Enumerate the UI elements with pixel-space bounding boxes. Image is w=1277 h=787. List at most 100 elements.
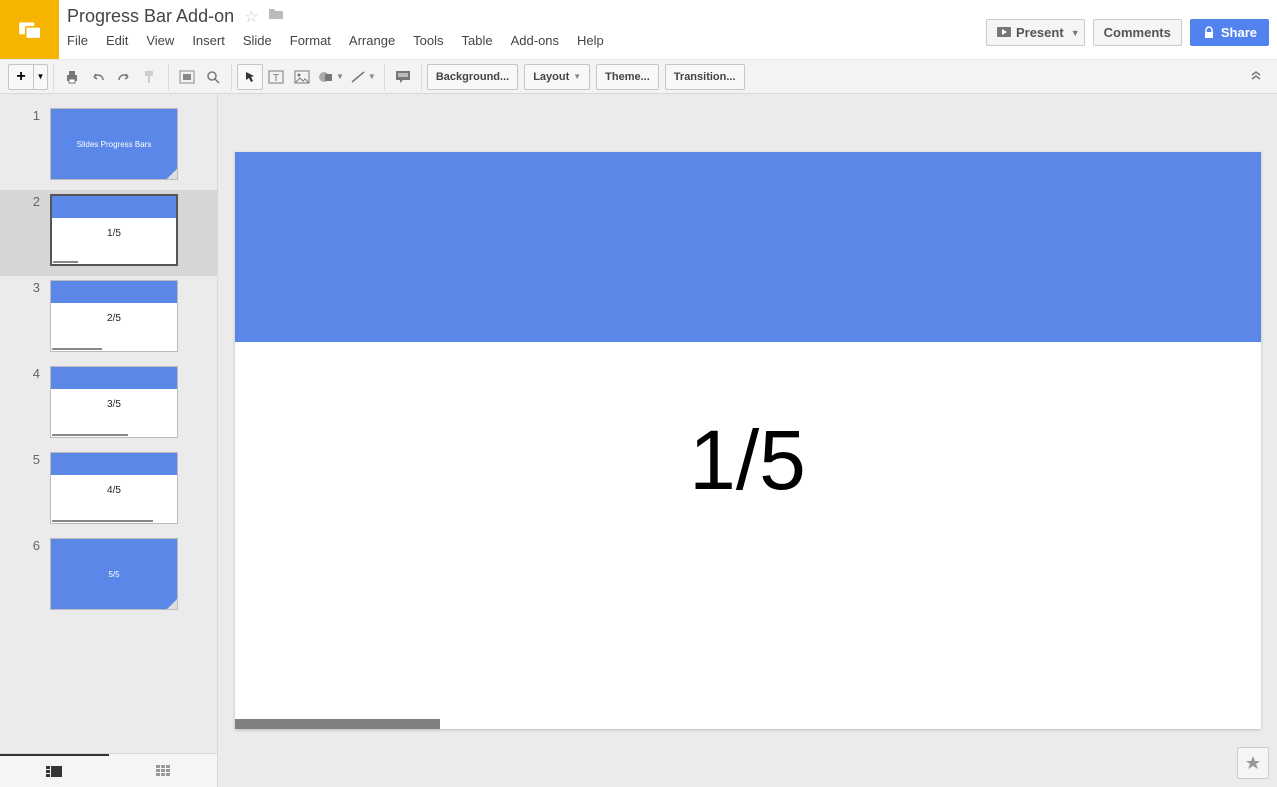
- chevron-down-icon[interactable]: ▼: [33, 65, 47, 89]
- folder-icon[interactable]: [268, 7, 284, 26]
- thumb-number: 3: [8, 280, 50, 352]
- collapse-toolbar-button[interactable]: [1243, 64, 1269, 90]
- undo-button[interactable]: [85, 64, 111, 90]
- menu-edit[interactable]: Edit: [106, 33, 128, 48]
- lock-icon: [1202, 26, 1216, 40]
- play-icon: [997, 27, 1011, 39]
- thumb-header-shape: [52, 196, 176, 218]
- menu-help[interactable]: Help: [577, 33, 604, 48]
- thumb-header-shape: [51, 453, 177, 475]
- paint-format-button[interactable]: [137, 64, 163, 90]
- menu-slide[interactable]: Slide: [243, 33, 272, 48]
- fit-icon: [179, 70, 195, 84]
- thumb-preview[interactable]: 3/5: [50, 366, 178, 438]
- menubar: File Edit View Insert Slide Format Arran…: [67, 33, 986, 48]
- share-button[interactable]: Share: [1190, 19, 1269, 46]
- chevron-up-icon: [1249, 70, 1263, 84]
- filmstrip-view-button[interactable]: [0, 754, 109, 787]
- line-tool[interactable]: ▼: [347, 64, 379, 90]
- svg-text:T: T: [273, 73, 279, 84]
- slide-thumb-6[interactable]: 65/5: [0, 534, 217, 620]
- thumb-body-text: 4/5: [51, 485, 177, 496]
- thumb-number: 2: [8, 194, 50, 266]
- thumb-body-text: 3/5: [51, 399, 177, 410]
- theme-button[interactable]: Theme...: [596, 64, 659, 90]
- thumb-preview[interactable]: Slides Progress Bars: [50, 108, 178, 180]
- thumb-title-text: Slides Progress Bars: [51, 109, 177, 179]
- present-button[interactable]: Present: [986, 19, 1075, 46]
- menu-arrange[interactable]: Arrange: [349, 33, 395, 48]
- slide-progress-bar[interactable]: [235, 719, 440, 729]
- shape-tool[interactable]: ▼: [315, 64, 347, 90]
- redo-button[interactable]: [111, 64, 137, 90]
- select-tool[interactable]: [237, 64, 263, 90]
- slides-logo[interactable]: [0, 0, 59, 59]
- comments-button[interactable]: Comments: [1093, 19, 1182, 46]
- page-curl-icon: [167, 169, 177, 179]
- image-icon: [294, 70, 310, 84]
- explore-icon: [1244, 754, 1262, 772]
- thumb-body-text: 2/5: [51, 313, 177, 324]
- menu-format[interactable]: Format: [290, 33, 331, 48]
- thumb-title-text: 5/5: [51, 539, 177, 609]
- filmstrip-icon: [46, 766, 62, 778]
- textbox-tool[interactable]: T: [263, 64, 289, 90]
- thumb-preview[interactable]: 5/5: [50, 538, 178, 610]
- shape-icon: [318, 70, 334, 84]
- slide-thumb-5[interactable]: 54/5: [0, 448, 217, 534]
- menu-insert[interactable]: Insert: [192, 33, 225, 48]
- menu-file[interactable]: File: [67, 33, 88, 48]
- doc-title[interactable]: Progress Bar Add-on: [67, 6, 234, 27]
- textbox-icon: T: [268, 70, 284, 84]
- slide-thumb-4[interactable]: 43/5: [0, 362, 217, 448]
- menu-table[interactable]: Table: [462, 33, 493, 48]
- slide-canvas[interactable]: 1/5: [235, 152, 1261, 729]
- print-icon: [64, 69, 80, 85]
- thumb-progress-bar: [52, 348, 102, 350]
- canvas-area[interactable]: 1/5: [218, 94, 1277, 787]
- share-label: Share: [1221, 25, 1257, 40]
- redo-icon: [116, 69, 132, 85]
- new-slide-button[interactable]: + ▼: [8, 64, 48, 90]
- layout-button[interactable]: Layout▼: [524, 64, 590, 90]
- menu-view[interactable]: View: [146, 33, 174, 48]
- thumb-preview[interactable]: 4/5: [50, 452, 178, 524]
- background-button[interactable]: Background...: [427, 64, 518, 90]
- slide-thumb-3[interactable]: 32/5: [0, 276, 217, 362]
- slide-thumb-1[interactable]: 1Slides Progress Bars: [0, 104, 217, 190]
- menu-addons[interactable]: Add-ons: [511, 33, 559, 48]
- slide-thumb-2[interactable]: 21/5: [0, 190, 217, 276]
- toolbar: + ▼ T ▼ ▼ Background... Layout▼ Theme...…: [0, 59, 1277, 94]
- workspace: 1Slides Progress Bars21/532/543/554/565/…: [0, 94, 1277, 787]
- menu-tools[interactable]: Tools: [413, 33, 443, 48]
- image-tool[interactable]: [289, 64, 315, 90]
- thumb-number: 5: [8, 452, 50, 524]
- thumb-number: 1: [8, 108, 50, 180]
- zoom-fit-button[interactable]: [174, 64, 200, 90]
- thumb-progress-bar: [52, 434, 128, 436]
- paint-icon: [142, 69, 158, 85]
- grid-icon: [156, 765, 170, 777]
- thumb-number: 6: [8, 538, 50, 610]
- thumb-preview[interactable]: 1/5: [50, 194, 178, 266]
- present-label: Present: [1016, 25, 1064, 40]
- zoom-button[interactable]: [200, 64, 226, 90]
- explore-button[interactable]: [1237, 747, 1269, 779]
- thumb-progress-bar: [52, 520, 153, 522]
- star-icon[interactable]: ☆: [244, 7, 258, 27]
- thumb-body-text: 1/5: [52, 228, 176, 239]
- transition-button[interactable]: Transition...: [665, 64, 745, 90]
- print-button[interactable]: [59, 64, 85, 90]
- slide-header-shape[interactable]: [235, 152, 1261, 342]
- grid-view-button[interactable]: [109, 754, 218, 787]
- page-curl-icon: [167, 599, 177, 609]
- thumb-preview[interactable]: 2/5: [50, 280, 178, 352]
- slide-body-text[interactable]: 1/5: [235, 412, 1261, 509]
- thumb-header-shape: [51, 367, 177, 389]
- present-dropdown[interactable]: ▼: [1067, 19, 1085, 46]
- thumb-header-shape: [51, 281, 177, 303]
- header: Progress Bar Add-on ☆ File Edit View Ins…: [0, 0, 1277, 59]
- comment-tool[interactable]: [390, 64, 416, 90]
- slide-panel[interactable]: 1Slides Progress Bars21/532/543/554/565/…: [0, 94, 218, 787]
- comment-icon: [395, 70, 411, 84]
